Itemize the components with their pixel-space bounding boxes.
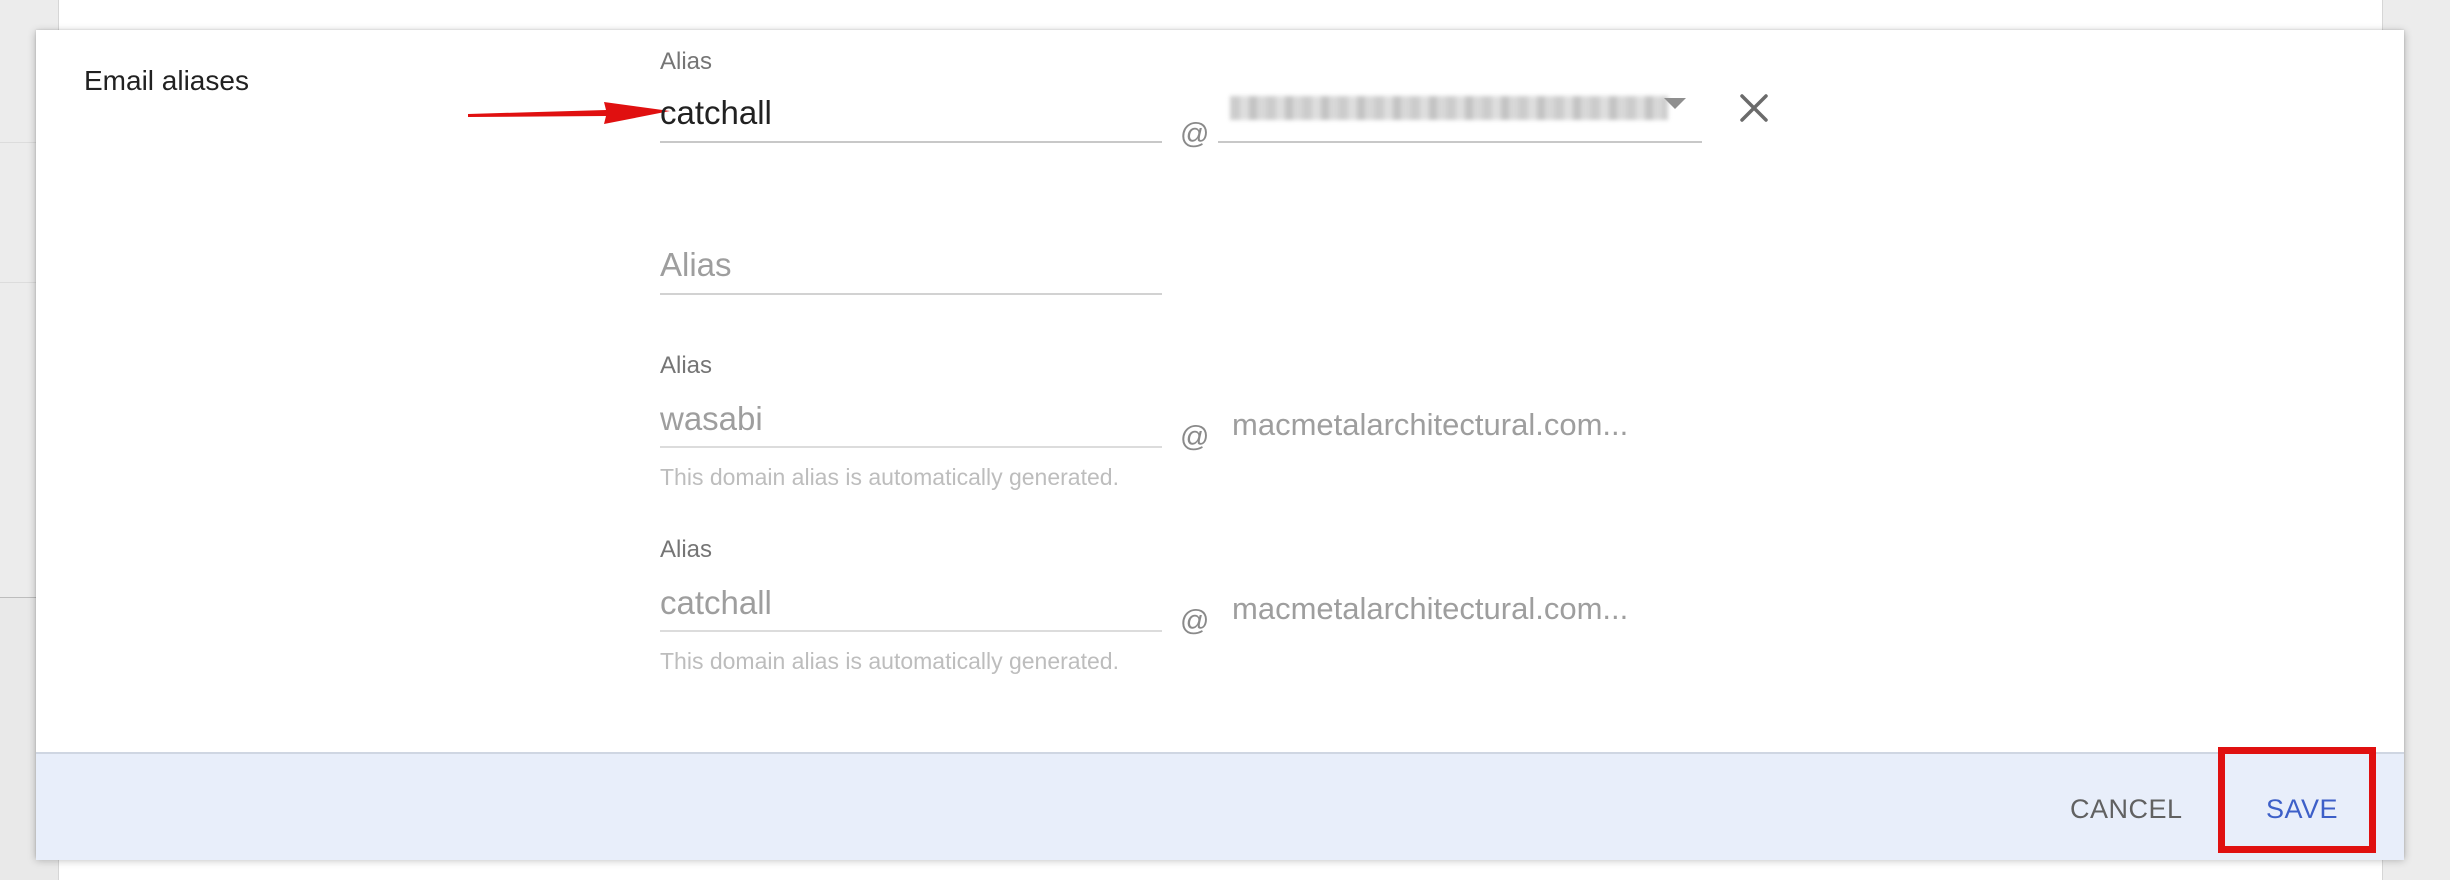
alias-label: Alias: [660, 352, 713, 379]
alias-domain: macmetalarchitectural.com...: [1232, 591, 1629, 626]
alias-disabled-value: wasabi: [660, 400, 763, 437]
cancel-button[interactable]: CANCEL: [2070, 794, 2183, 825]
domain-select-value[interactable]: [1230, 96, 1668, 120]
email-aliases-dialog: Email aliases Alias catchall @ Alias Ali…: [36, 30, 2404, 860]
alias-label: Alias: [660, 48, 713, 75]
alias-domain: macmetalarchitectural.com...: [1232, 407, 1629, 442]
close-icon[interactable]: [1736, 90, 1772, 126]
at-symbol: @: [1180, 421, 1210, 453]
alias-disabled-value: catchall: [660, 584, 772, 621]
alias-helper-text: This domain alias is automatically gener…: [660, 648, 1119, 674]
new-alias-underline: [660, 293, 1162, 295]
alias-disabled-underline: [660, 630, 1162, 632]
new-alias-input[interactable]: Alias: [660, 246, 732, 284]
section-title: Email aliases: [84, 65, 249, 96]
alias-disabled-underline: [660, 446, 1162, 448]
alias-label: Alias: [660, 536, 713, 563]
annotation-arrow: [468, 102, 670, 124]
alias-input-underline: [660, 141, 1162, 143]
alias-input[interactable]: catchall: [660, 94, 772, 132]
dropdown-arrow-icon[interactable]: [1664, 98, 1686, 109]
alias-helper-text: This domain alias is automatically gener…: [660, 464, 1119, 490]
dialog-footer: CANCEL SAVE: [36, 747, 2404, 860]
at-symbol: @: [1180, 605, 1210, 637]
annotation-highlight-box: [2218, 747, 2376, 853]
at-symbol: @: [1180, 118, 1210, 150]
domain-select-underline: [1218, 141, 1702, 143]
